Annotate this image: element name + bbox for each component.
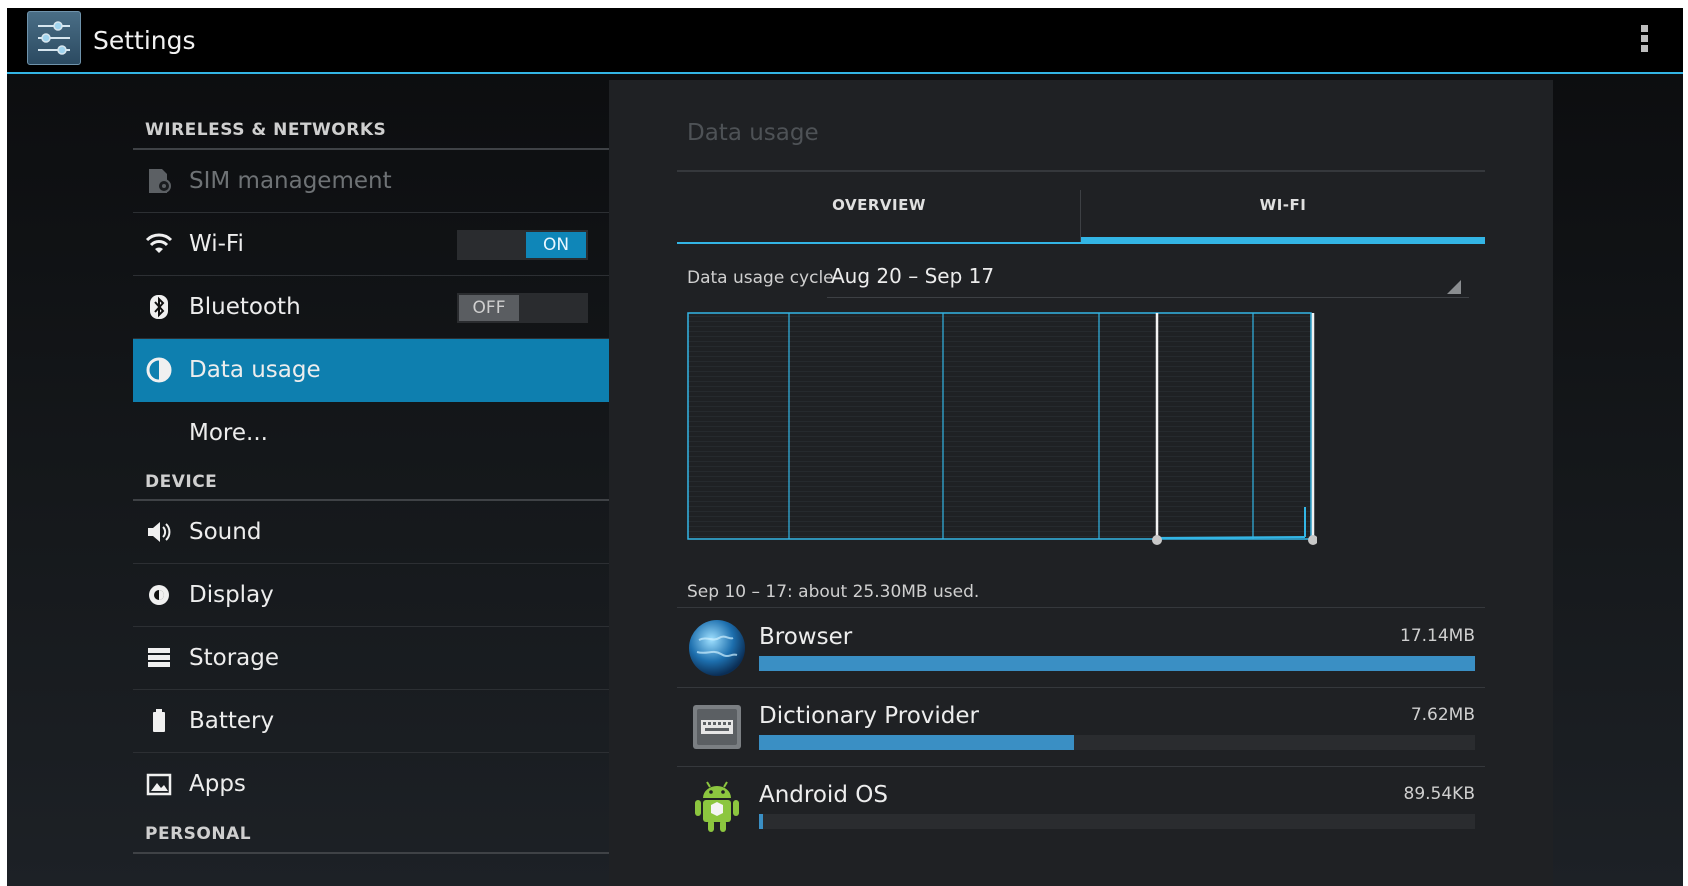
app-name: Dictionary Provider (759, 703, 979, 729)
sidebar-item-sound[interactable]: Sound (133, 501, 609, 564)
data-usage-cycle-label: Data usage cycle (687, 268, 834, 288)
android-settings-screen: Settings WIRELESS & NETWORKS SIM managem… (7, 8, 1683, 886)
app-name: Android OS (759, 782, 888, 808)
data-usage-graph (687, 312, 1317, 545)
panel-title: Data usage (687, 120, 819, 146)
usage-bar-fill (759, 656, 1475, 671)
sidebar-item-label: Bluetooth (189, 294, 301, 320)
usage-bar-track (759, 814, 1475, 829)
sidebar-item-apps[interactable]: Apps (133, 753, 609, 816)
section-header-device: DEVICE (145, 472, 218, 492)
sidebar-item-label: Storage (189, 645, 279, 671)
settings-app-icon[interactable] (27, 11, 81, 65)
app-usage-row-browser[interactable]: Browser 17.14MB (677, 608, 1485, 688)
app-data-size: 7.62MB (1410, 705, 1475, 725)
sidebar-item-label: SIM management (189, 168, 392, 194)
data-usage-cycle-dropdown[interactable]: Aug 20 – Sep 17 (827, 264, 1469, 298)
tab-selected-indicator (1081, 237, 1485, 244)
app-data-size: 17.14MB (1400, 626, 1475, 646)
data-usage-icon (145, 356, 173, 384)
overflow-menu-icon[interactable] (1637, 22, 1651, 58)
apps-icon (145, 770, 173, 798)
tab-overview[interactable]: OVERVIEW (677, 180, 1081, 244)
cycle-start-handle-knob[interactable] (1152, 535, 1162, 545)
app-data-size: 89.54KB (1403, 784, 1475, 804)
sidebar-item-battery[interactable]: Battery (133, 690, 609, 753)
keyboard-icon (693, 705, 741, 749)
usage-bar-fill (759, 735, 1075, 750)
action-bar: Settings (7, 8, 1683, 72)
sidebar-item-sim-management: SIM management (133, 150, 609, 213)
usage-bar-fill (759, 814, 763, 829)
bluetooth-toggle[interactable]: OFF (457, 293, 588, 323)
usage-bar-track (759, 735, 1475, 750)
sidebar-item-label: Display (189, 582, 274, 608)
sidebar-item-wifi[interactable]: Wi-Fi ON (133, 213, 609, 276)
wifi-toggle[interactable]: ON (457, 230, 588, 260)
sidebar-item-data-usage[interactable]: Data usage (133, 339, 609, 402)
usage-bar-track (759, 656, 1475, 671)
section-divider (133, 852, 609, 854)
section-header-personal: PERSONAL (145, 824, 252, 844)
android-robot-icon (695, 781, 739, 832)
storage-icon (145, 644, 173, 672)
browser-globe-icon (689, 620, 745, 676)
app-name: Browser (759, 624, 853, 650)
sidebar-item-more[interactable]: More... (133, 402, 609, 465)
sidebar-item-label: Wi-Fi (189, 231, 244, 257)
bluetooth-icon (145, 293, 173, 321)
sim-icon (145, 167, 173, 195)
display-icon (145, 581, 173, 609)
sidebar-item-label: More... (189, 420, 268, 446)
battery-icon (145, 707, 173, 735)
usage-summary: Sep 10 – 17: about 25.30MB used. (687, 582, 980, 602)
tab-wifi[interactable]: WI-FI (1081, 180, 1485, 244)
sidebar-item-label: Battery (189, 708, 275, 734)
app-usage-row-android-os[interactable]: Android OS 89.54KB (677, 766, 1485, 846)
wifi-toggle-state: ON (526, 232, 586, 258)
sidebar-item-label: Apps (189, 771, 246, 797)
bluetooth-toggle-state: OFF (459, 295, 519, 321)
sidebar-item-storage[interactable]: Storage (133, 627, 609, 690)
usage-line (1156, 536, 1306, 539)
app-usage-row-dictionary-provider[interactable]: Dictionary Provider 7.62MB (677, 687, 1485, 767)
settings-list: WIRELESS & NETWORKS SIM management Wi-Fi… (133, 106, 609, 886)
section-header-wireless: WIRELESS & NETWORKS (145, 120, 387, 140)
dropdown-caret-icon (1447, 280, 1461, 294)
sidebar-item-display[interactable]: Display (133, 564, 609, 627)
panel-title-divider (677, 170, 1485, 172)
data-usage-panel: Data usage OVERVIEW WI-FI Data usage cyc… (609, 80, 1553, 886)
sidebar-item-label: Data usage (189, 357, 321, 383)
sidebar-item-label: Sound (189, 519, 262, 545)
wifi-icon (145, 230, 173, 258)
sidebar-item-bluetooth[interactable]: Bluetooth OFF (133, 276, 609, 339)
action-bar-divider (7, 72, 1683, 74)
app-title: Settings (93, 26, 196, 55)
graph-frame (687, 312, 1312, 540)
sound-icon (145, 518, 173, 546)
data-usage-cycle-value: Aug 20 – Sep 17 (831, 264, 995, 288)
